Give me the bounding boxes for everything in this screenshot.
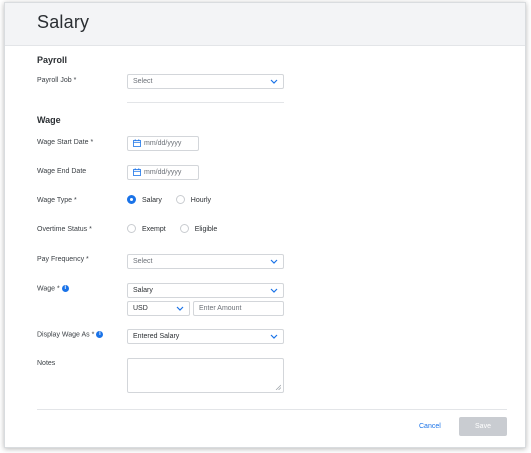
required-marker: *: [90, 139, 94, 146]
dialog-header: Salary: [5, 3, 525, 46]
wage-start-date-label-text: Wage Start Date: [37, 139, 89, 146]
wage-type-radio-group: Salary Hourly: [127, 195, 223, 204]
save-button[interactable]: Save: [459, 417, 507, 436]
required-marker: *: [73, 197, 77, 204]
wage-end-date-label: Wage End Date: [37, 168, 87, 175]
wage-amount-placeholder: Enter Amount: [199, 305, 242, 312]
payroll-job-label: Payroll Job *: [37, 77, 76, 84]
pay-frequency-label: Pay Frequency *: [37, 256, 89, 263]
wage-kind-value: Salary: [133, 287, 153, 294]
wage-start-date-input[interactable]: mm/dd/yyyy: [127, 136, 199, 151]
calendar-icon: [133, 138, 141, 147]
wage-type-option-salary[interactable]: Salary: [127, 195, 162, 204]
overtime-status-label: Overtime Status *: [37, 226, 92, 233]
salary-dialog: Salary Payroll Payroll Job * Select Wage…: [4, 2, 526, 448]
wage-type-option-label: Salary: [142, 196, 162, 204]
radio-unselected-icon[interactable]: [179, 224, 189, 233]
overtime-option-exempt[interactable]: Exempt: [127, 224, 166, 233]
notes-textarea[interactable]: [127, 358, 284, 393]
required-marker: *: [56, 285, 60, 293]
currency-value: USD: [133, 305, 148, 312]
display-wage-as-select[interactable]: Entered Salary: [127, 329, 284, 344]
display-wage-as-label-text: Display Wage As: [37, 331, 90, 339]
overtime-option-label: Eligible: [194, 225, 218, 233]
payroll-section-title: Payroll: [37, 55, 68, 65]
wage-end-date-input[interactable]: mm/dd/yyyy: [127, 165, 199, 180]
currency-select[interactable]: USD: [127, 301, 190, 316]
required-marker: *: [86, 256, 89, 263]
overtime-status-label-text: Overtime Status: [37, 226, 88, 233]
wage-type-option-label: Hourly: [190, 196, 212, 204]
payroll-job-placeholder: Select: [133, 78, 153, 85]
chevron-down-icon: [270, 288, 278, 293]
overtime-option-eligible[interactable]: Eligible: [179, 224, 218, 233]
info-icon[interactable]: i: [61, 285, 69, 292]
required-marker: *: [73, 77, 77, 84]
footer-divider: [37, 409, 507, 410]
page-title: Salary: [37, 12, 90, 32]
radio-unselected-icon[interactable]: [127, 224, 136, 233]
info-icon[interactable]: i: [96, 331, 104, 338]
wage-amount-input[interactable]: Enter Amount: [193, 301, 284, 316]
chevron-down-icon: [176, 306, 184, 311]
cancel-button[interactable]: Cancel: [419, 423, 441, 430]
notes-label: Notes: [37, 360, 56, 367]
radio-selected-icon[interactable]: [127, 195, 136, 204]
wage-section-title: Wage: [37, 115, 61, 125]
payroll-job-select[interactable]: Select: [127, 74, 284, 89]
chevron-down-icon: [270, 334, 278, 339]
payroll-job-label-text: Payroll Job: [37, 77, 72, 84]
pay-frequency-select[interactable]: Select: [127, 254, 284, 269]
required-marker: *: [91, 331, 95, 339]
overtime-status-radio-group: Exempt Eligible: [127, 224, 229, 233]
wage-label-text: Wage: [37, 285, 56, 293]
resize-handle-icon[interactable]: [275, 384, 281, 390]
display-wage-as-value: Entered Salary: [133, 333, 180, 340]
pay-frequency-placeholder: Select: [133, 258, 153, 265]
pay-frequency-label-text: Pay Frequency: [37, 256, 85, 263]
chevron-down-icon: [270, 259, 278, 264]
wage-start-date-label: Wage Start Date *: [37, 139, 93, 146]
wage-start-date-placeholder: mm/dd/yyyy: [144, 140, 182, 147]
wage-type-label: Wage Type *: [37, 197, 77, 204]
wage-label: Wage * i: [37, 285, 69, 292]
section-divider: [127, 102, 284, 103]
display-wage-as-label: Display Wage As * i: [37, 331, 104, 339]
required-marker: *: [89, 226, 92, 233]
wage-type-label-text: Wage Type: [37, 197, 73, 204]
wage-kind-select[interactable]: Salary: [127, 283, 284, 298]
overtime-option-label: Exempt: [142, 225, 166, 233]
wage-end-date-placeholder: mm/dd/yyyy: [144, 169, 182, 176]
radio-unselected-icon[interactable]: [175, 195, 185, 204]
wage-type-option-hourly[interactable]: Hourly: [175, 195, 212, 204]
chevron-down-icon: [270, 79, 278, 84]
calendar-icon: [133, 167, 141, 176]
